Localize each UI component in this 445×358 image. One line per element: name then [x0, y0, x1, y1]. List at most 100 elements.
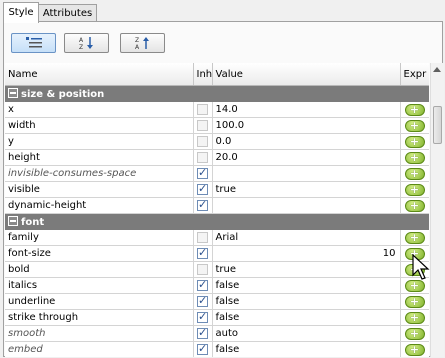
collapse-minus-icon[interactable] [8, 87, 18, 98]
property-row[interactable]: dynamic-height + [5, 197, 429, 214]
property-row[interactable]: height 20.0 + [5, 149, 429, 166]
property-row[interactable]: y 0.0 + [5, 133, 429, 150]
inherit-checkbox[interactable] [197, 135, 208, 147]
inherit-checkbox[interactable] [197, 198, 208, 211]
svg-text:Z: Z [135, 37, 139, 44]
property-value[interactable]: auto [212, 325, 401, 342]
sort-descending-button[interactable]: Z A [120, 33, 165, 53]
inherit-checkbox[interactable] [197, 310, 208, 323]
inherit-cell [193, 197, 213, 214]
add-expression-icon[interactable]: + [404, 119, 425, 132]
add-expression-icon[interactable]: + [404, 135, 425, 148]
tab-style[interactable]: Style [3, 2, 39, 23]
property-name: dynamic-height [5, 197, 194, 214]
inherit-cell [193, 277, 213, 294]
property-name: strike through [5, 309, 194, 326]
property-name: font-size [5, 245, 194, 262]
add-expression-icon[interactable]: + [404, 343, 425, 356]
inherit-checkbox[interactable] [197, 182, 208, 195]
property-value[interactable]: 20.0 [212, 149, 401, 166]
property-row[interactable]: width 100.0 + [5, 117, 429, 134]
inherit-cell [193, 101, 213, 118]
property-row[interactable]: x 14.0 + [5, 101, 429, 118]
property-row[interactable]: strike through false+ [5, 309, 429, 326]
inherit-cell [193, 165, 213, 182]
inherit-checkbox[interactable] [197, 103, 208, 115]
property-row[interactable]: embed false+ [5, 341, 429, 357]
mouse-pointer-icon [412, 254, 430, 280]
property-value[interactable]: false [212, 341, 401, 357]
properties-panel: A Z Z A Name Inh Value Expr size & posit… [3, 21, 444, 357]
column-header-inh[interactable]: Inh [193, 63, 213, 86]
inherit-checkbox[interactable] [197, 278, 208, 291]
property-value[interactable]: false [212, 277, 401, 294]
inherit-cell [193, 325, 213, 342]
vertical-scrollbar[interactable] [430, 63, 444, 357]
expression-cell: + [400, 309, 429, 326]
property-value[interactable]: true [212, 181, 401, 198]
add-expression-icon[interactable]: + [404, 295, 425, 308]
property-value[interactable]: false [212, 309, 401, 326]
section-header-row[interactable]: size & position [5, 85, 429, 102]
property-row[interactable]: boldtrue+ [5, 261, 429, 278]
property-value[interactable]: 10 [212, 245, 401, 262]
property-value[interactable]: false [212, 293, 401, 310]
add-expression-icon[interactable]: + [404, 199, 425, 212]
property-name: family [5, 229, 194, 246]
sort-ascending-button[interactable]: A Z [64, 33, 109, 53]
add-expression-icon[interactable]: + [404, 151, 425, 164]
scroll-up-arrow-icon[interactable] [433, 67, 441, 72]
add-expression-icon[interactable]: + [404, 103, 425, 116]
add-expression-icon[interactable]: + [404, 231, 425, 244]
inherit-checkbox[interactable] [197, 294, 208, 307]
inherit-checkbox[interactable] [197, 166, 208, 179]
property-row[interactable]: visible true+ [5, 181, 429, 198]
expression-cell: + [400, 325, 429, 342]
inherit-checkbox[interactable] [197, 263, 208, 275]
property-value[interactable]: 100.0 [212, 117, 401, 134]
expression-cell: + [400, 149, 429, 166]
property-value[interactable] [212, 197, 401, 214]
add-expression-icon[interactable]: + [404, 183, 425, 196]
inherit-checkbox[interactable] [197, 342, 208, 355]
property-value[interactable]: 14.0 [212, 101, 401, 118]
property-row[interactable]: font-size10+ [5, 245, 429, 262]
categorized-view-button[interactable] [11, 33, 56, 53]
property-value[interactable]: Arial [212, 229, 401, 246]
property-value[interactable] [212, 165, 401, 182]
property-row[interactable]: invisible-consumes-space + [5, 165, 429, 182]
scrollbar-thumb[interactable] [433, 106, 442, 144]
property-row[interactable]: underline false+ [5, 293, 429, 310]
add-expression-icon[interactable]: + [404, 311, 425, 324]
inherit-cell [193, 341, 213, 357]
inherit-cell [193, 229, 213, 246]
column-header-expr[interactable]: Expr [400, 63, 429, 86]
inherit-checkbox[interactable] [197, 326, 208, 339]
property-value[interactable]: true [212, 261, 401, 278]
property-row[interactable]: family Arial + [5, 229, 429, 246]
collapse-minus-icon[interactable] [8, 215, 18, 226]
inherit-checkbox[interactable] [197, 246, 208, 259]
column-header-name[interactable]: Name [5, 63, 194, 86]
expression-cell: + [400, 197, 429, 214]
inherit-checkbox[interactable] [197, 151, 208, 163]
add-expression-icon[interactable]: + [404, 167, 425, 180]
inherit-cell [193, 181, 213, 198]
inherit-cell [193, 245, 213, 262]
svg-text:Z: Z [79, 44, 83, 50]
tab-attributes[interactable]: Attributes [38, 4, 97, 22]
section-header[interactable]: font [5, 213, 429, 230]
property-row[interactable]: smooth auto+ [5, 325, 429, 342]
inherit-cell [193, 149, 213, 166]
inherit-checkbox[interactable] [197, 119, 208, 131]
property-row[interactable]: italicsfalse+ [5, 277, 429, 294]
property-grid: Name Inh Value Expr size & position x 14.0… [5, 63, 429, 357]
expression-cell: + [400, 165, 429, 182]
section-header-row[interactable]: font [5, 213, 429, 230]
section-header[interactable]: size & position [5, 85, 429, 102]
column-header-value[interactable]: Value [212, 63, 401, 86]
expression-cell: + [400, 101, 429, 118]
add-expression-icon[interactable]: + [404, 327, 425, 340]
inherit-checkbox[interactable] [197, 231, 208, 243]
property-value[interactable]: 0.0 [212, 133, 401, 150]
